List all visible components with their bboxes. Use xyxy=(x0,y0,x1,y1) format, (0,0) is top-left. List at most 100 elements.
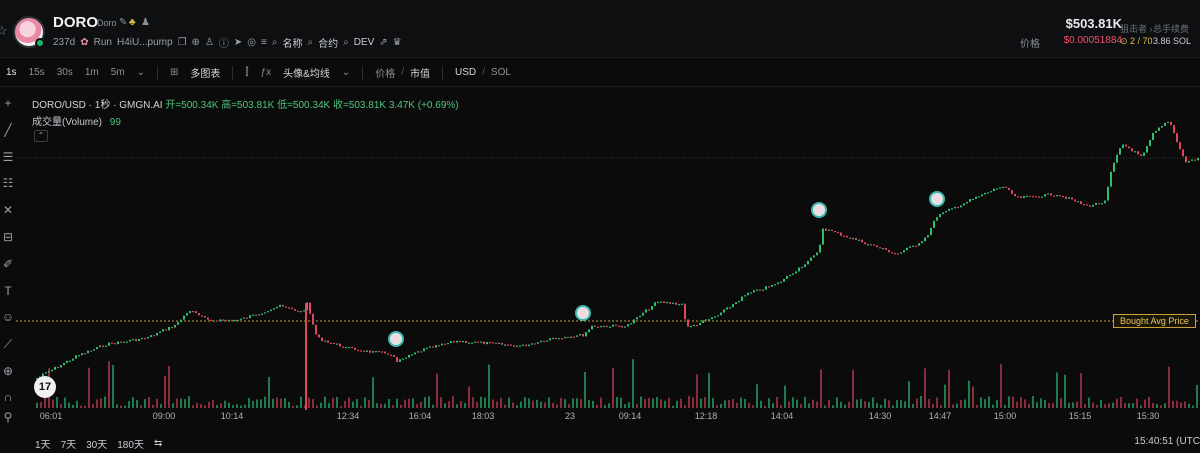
favorite-star-icon[interactable]: ☆ xyxy=(0,23,8,39)
price-chart[interactable] xyxy=(16,88,1200,428)
sol-toggle[interactable]: SOL xyxy=(485,67,517,78)
info-icon[interactable]: ⓘ xyxy=(219,35,229,50)
magnet-icon[interactable]: ∩ xyxy=(0,390,16,404)
usd-toggle[interactable]: USD xyxy=(449,67,482,78)
volume-bar xyxy=(752,405,754,408)
indicator-icon[interactable]: ƒx xyxy=(255,67,278,78)
candle xyxy=(774,284,776,286)
volume-bar xyxy=(540,401,542,408)
range-7d[interactable]: 7天 xyxy=(56,436,82,451)
candle-type-icon[interactable]: ⫿ xyxy=(239,67,254,78)
volume-bar xyxy=(512,402,514,408)
crown-icon[interactable]: ♛ xyxy=(393,37,402,48)
volume-bar xyxy=(604,405,606,408)
volume-bar xyxy=(760,400,762,408)
candle xyxy=(1005,186,1007,188)
candle xyxy=(516,345,518,347)
candle xyxy=(441,343,443,346)
volume-bar xyxy=(888,400,890,408)
volume-bar xyxy=(688,396,690,408)
edit-icon[interactable]: ✎ xyxy=(119,17,127,28)
brush-icon[interactable]: ✐ xyxy=(0,257,16,271)
telegram-icon[interactable]: ➤ xyxy=(234,37,242,48)
volume-bar xyxy=(732,398,734,408)
ruler-icon[interactable]: ⟋ xyxy=(0,337,16,352)
pattern-icon[interactable]: ✕ xyxy=(0,203,16,217)
candle xyxy=(447,343,449,345)
emoji-icon[interactable]: ☺ xyxy=(0,310,16,324)
interval-dropdown-icon[interactable]: ⌄ xyxy=(131,67,151,78)
crosshair-icon[interactable]: + xyxy=(0,96,16,110)
search-dev-link[interactable]: DEV xyxy=(354,37,375,48)
volume-bar xyxy=(276,397,278,408)
range-1d[interactable]: 1天 xyxy=(30,436,56,451)
zoom-icon[interactable]: ⊕ xyxy=(0,364,16,378)
candle xyxy=(1023,196,1025,198)
collapse-legend-button[interactable]: ⌃ xyxy=(34,130,48,142)
candle xyxy=(810,257,812,261)
interval-5m[interactable]: 5m xyxy=(105,67,131,78)
candle xyxy=(495,342,497,344)
trendline-icon[interactable]: ╱ xyxy=(0,123,16,137)
avatar-marker[interactable] xyxy=(575,305,591,321)
snipers-label[interactable]: 狙击者 › xyxy=(1120,22,1153,35)
candle xyxy=(588,329,590,333)
range-180d[interactable]: 180天 xyxy=(112,436,149,451)
avatar-ma-dropdown-icon[interactable]: ⌄ xyxy=(336,67,356,78)
avatar-marker[interactable] xyxy=(929,191,945,207)
candle xyxy=(192,311,194,313)
candle xyxy=(978,196,980,198)
date-range-icon[interactable]: ⇆ xyxy=(149,438,167,449)
candle xyxy=(48,371,50,373)
interval-15s[interactable]: 15s xyxy=(23,67,51,78)
search-contract-link[interactable]: 合约 xyxy=(318,35,338,50)
range-30d[interactable]: 30天 xyxy=(81,436,112,451)
hlines-icon[interactable]: ☰ xyxy=(0,150,16,164)
avatar-ma-button[interactable]: 头像&均线 xyxy=(277,65,336,80)
multi-chart-button[interactable]: 多图表 xyxy=(184,65,226,80)
list-icon[interactable]: ≡ xyxy=(261,37,267,48)
holders-icon[interactable]: ♣ xyxy=(129,17,136,28)
interval-1m[interactable]: 1m xyxy=(79,67,105,78)
volume-bar xyxy=(744,399,746,408)
tradingview-logo[interactable]: 17 xyxy=(34,376,56,398)
candle xyxy=(528,344,530,347)
copy-icon[interactable]: ❐ xyxy=(178,37,187,48)
candle xyxy=(291,307,293,310)
candle xyxy=(714,316,716,318)
user-icon[interactable]: ♙ xyxy=(205,37,214,48)
fib-icon[interactable]: ☷ xyxy=(0,176,16,190)
token-avatar[interactable] xyxy=(13,16,45,48)
search-name-link[interactable]: 名称 xyxy=(282,35,302,50)
lock-icon[interactable]: ⚲ xyxy=(0,410,16,424)
avatar-marker[interactable] xyxy=(388,331,404,347)
volume-bar xyxy=(1136,398,1138,408)
candle xyxy=(69,360,71,362)
price-toggle[interactable]: 价格 xyxy=(369,65,401,80)
interval-1s[interactable]: 1s xyxy=(0,67,23,78)
volume-bar xyxy=(536,399,538,408)
candle xyxy=(1020,196,1022,198)
candle xyxy=(276,306,278,309)
twitter-icon[interactable]: ◎ xyxy=(247,37,256,48)
bot-icon[interactable]: ♟ xyxy=(141,17,150,28)
text-icon[interactable]: T xyxy=(0,284,16,298)
volume-bar xyxy=(1076,401,1078,408)
mcap-toggle[interactable]: 市值 xyxy=(404,65,436,80)
avatar-marker[interactable] xyxy=(811,202,827,218)
candle xyxy=(660,301,662,303)
add-chart-icon[interactable]: ⊞ xyxy=(164,67,184,78)
candle xyxy=(477,341,479,343)
candle xyxy=(579,334,581,336)
x-tick: 09:00 xyxy=(152,411,176,421)
interval-30s[interactable]: 30s xyxy=(51,67,79,78)
share-icon[interactable]: ⇗ xyxy=(379,37,387,48)
volume-bar xyxy=(424,397,426,408)
x-tick: 06:01 xyxy=(39,411,63,421)
website-icon[interactable]: ⊕ xyxy=(192,37,200,48)
candle xyxy=(234,319,236,322)
measure-icon[interactable]: ⊟ xyxy=(0,230,16,244)
volume-bar xyxy=(296,405,298,408)
candle xyxy=(297,310,299,312)
contract-address[interactable]: H4iU...pump xyxy=(117,37,173,48)
